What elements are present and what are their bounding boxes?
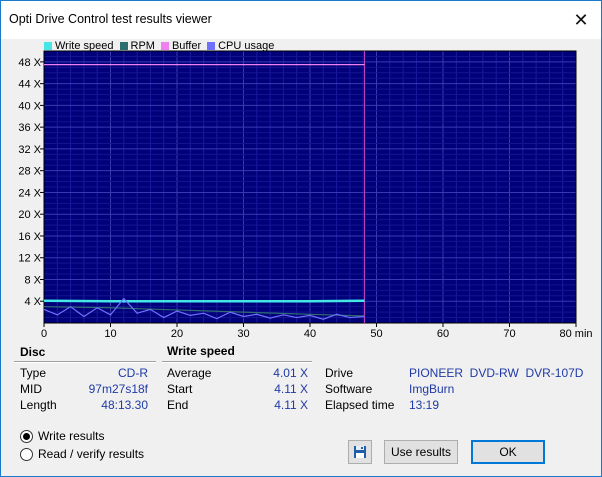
y-tick-label: 12 X (18, 253, 41, 265)
x-tick-label: 30 (237, 328, 249, 340)
x-tick-label: 80 min (559, 328, 592, 340)
drive-value: PIONEER DVD-RW DVR-107D (409, 366, 584, 380)
write-results-radio[interactable]: Write results (20, 429, 104, 443)
average-value: 4.01 X (273, 366, 308, 380)
floppy-disk-icon (354, 446, 366, 458)
y-tick-label: 40 X (18, 100, 41, 112)
drive-label: Drive (325, 366, 354, 380)
elapsed-time-value: 13:19 (409, 398, 440, 412)
y-tick-label: 16 X (18, 231, 41, 243)
x-tick-label: 70 (503, 328, 515, 340)
y-tick-label: 24 X (18, 187, 41, 199)
series-line-write-speed (43, 299, 365, 303)
y-tick-label: 4 X (24, 296, 41, 308)
disc-length-label: Length (20, 398, 57, 412)
software-label: Software (325, 382, 373, 396)
disc-divider (14, 361, 156, 363)
read-verify-results-radio[interactable]: Read / verify results (20, 447, 144, 461)
write-speed-divider (162, 361, 312, 363)
x-tick-label: 10 (104, 328, 116, 340)
y-tick-label: 48 X (18, 57, 41, 69)
x-tick-label: 40 (304, 328, 316, 340)
end-label: End (167, 398, 189, 412)
write-speed-header: Write speed (167, 344, 235, 358)
radio-empty-icon (20, 447, 33, 461)
y-tick-label: 20 X (18, 209, 41, 221)
disc-type-label: Type (20, 366, 47, 380)
ok-button[interactable]: OK (471, 440, 545, 464)
y-tick-label: 36 X (18, 122, 41, 134)
write-results-label: Write results (38, 429, 105, 443)
radio-selected-icon (20, 429, 33, 443)
y-tick-label: 8 X (24, 274, 41, 286)
y-tick-label: 28 X (18, 166, 41, 178)
disc-type-value: CD-R (118, 366, 148, 380)
use-results-button[interactable]: Use results (384, 440, 458, 464)
start-value: 4.11 X (274, 382, 308, 396)
disc-header: Disc (20, 345, 46, 359)
software-value: ImgBurn (409, 382, 455, 396)
y-tick-label: 44 X (18, 79, 41, 91)
end-value: 4.11 X (274, 398, 308, 412)
x-tick-label: 20 (171, 328, 183, 340)
elapsed-time-label: Elapsed time (325, 398, 395, 412)
x-tick-label: 0 (41, 328, 47, 340)
disc-length-value: 48:13.30 (101, 398, 148, 412)
start-label: Start (167, 382, 193, 396)
speed-chart: 4 X 8 X 12 X 16 X 20 X 24 X 28 X 32 X 36 X 40 X 44… (18, 50, 593, 340)
x-tick-label: 60 (437, 328, 449, 340)
disc-mid-label: MID (20, 382, 42, 396)
disc-mid-value: 97m27s18f (88, 382, 148, 396)
read-verify-label: Read / verify results (38, 447, 145, 461)
average-label: Average (167, 366, 212, 380)
save-button[interactable] (348, 440, 372, 464)
y-tick-label: 32 X (18, 144, 41, 156)
x-tick-label: 50 (370, 328, 382, 340)
